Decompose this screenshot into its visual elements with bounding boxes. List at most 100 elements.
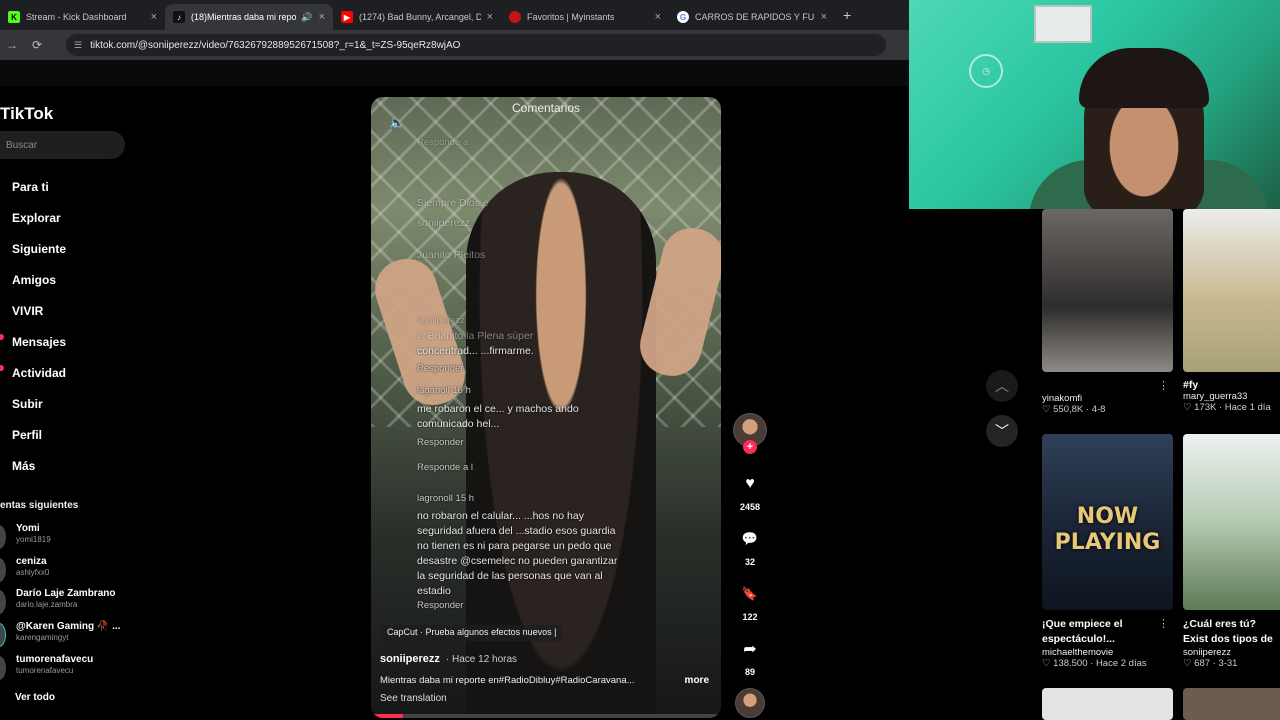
tiktok-logo[interactable]: TikTok xyxy=(0,104,53,124)
sidebar-item-siguiente[interactable]: Siguiente xyxy=(0,233,66,264)
share-button[interactable]: ➦ 89 xyxy=(731,633,769,677)
save-button[interactable]: 🔖 122 xyxy=(731,578,769,622)
search-input[interactable]: Buscar xyxy=(0,131,125,159)
comment-line: Responder xyxy=(417,600,464,611)
sidebar-item-label: Mensajes xyxy=(12,334,67,349)
sidebar-item-label: Siguiente xyxy=(12,241,67,256)
account-handle: karengamingyt xyxy=(16,633,69,642)
follow-plus-icon[interactable]: + xyxy=(743,440,757,454)
video-player[interactable]: Comentarios 🔈 Responde a Siempre Dios e so… xyxy=(371,97,721,718)
account-name: Yomi xyxy=(16,523,40,534)
sidebar-item-mensajes[interactable]: Mensajes xyxy=(0,326,66,357)
sidebar-item-amigos[interactable]: Amigos xyxy=(0,264,66,295)
comment-line: concentrad... ...firmarme. xyxy=(417,345,534,357)
sound-disc-icon xyxy=(735,688,765,718)
thumbnail-overlay-text: NOW PLAYING xyxy=(1054,504,1161,555)
sidebar-item-actividad[interactable]: Actividad xyxy=(0,357,66,388)
account-handle: yomi1819 xyxy=(16,535,51,544)
video-title: ¿Cuál eres tú? Exist dos tipos de person xyxy=(1183,618,1273,645)
speaker-icon[interactable]: 🔊 xyxy=(301,12,312,23)
browser-tab-active[interactable]: ♪ (18)Mientras daba mi repor 🔊 × xyxy=(165,4,333,30)
forward-icon[interactable]: → xyxy=(6,38,26,52)
comment-line: soniiperezz xyxy=(417,217,471,229)
browser-tab[interactable]: ▶ (1274) Bad Bunny, Arcangel, De × xyxy=(333,4,501,30)
browser-tab[interactable]: K Stream - Kick Dashboard × xyxy=(0,4,165,30)
chevron-up-icon: ︿ xyxy=(995,378,1009,394)
like-count: 2458 xyxy=(739,502,761,512)
sidebar-item-mas[interactable]: Más xyxy=(0,450,66,481)
wall-clock-icon: ◷ xyxy=(969,54,1003,88)
myinstants-icon xyxy=(509,11,521,23)
url-bar[interactable]: ☰ tiktok.com/@soniiperezz/video/76326792… xyxy=(66,34,886,56)
video-thumbnail xyxy=(1042,209,1173,372)
sidebar-item-explorar[interactable]: Explorar xyxy=(0,202,66,233)
bookmark-icon: 🔖 xyxy=(741,586,759,601)
sidebar-item-vivir[interactable]: VIVIR xyxy=(0,295,66,326)
account-handle: dario.laje.zambra xyxy=(16,600,78,609)
account-name: tumorenafavecu xyxy=(16,654,94,665)
volume-icon[interactable]: 🔈 xyxy=(389,115,405,131)
comment-line: Siempre Dios e xyxy=(417,197,489,209)
video-progress-bar[interactable] xyxy=(371,714,721,718)
notification-badge xyxy=(0,334,4,340)
close-tab-icon[interactable]: × xyxy=(151,11,157,23)
see-all-link[interactable]: Ver todo xyxy=(15,692,55,703)
sidebar-menu: Para ti Explorar Siguiente Amigos VIVIR … xyxy=(0,171,66,481)
close-tab-icon[interactable]: × xyxy=(821,11,827,23)
comment-button[interactable]: 💬 32 xyxy=(731,523,769,567)
comment-line: no robaron el calular... ...hos no hay xyxy=(417,510,584,522)
more-button[interactable]: more xyxy=(685,675,709,686)
video-thumbnail xyxy=(1183,209,1280,372)
new-tab-button[interactable]: + xyxy=(843,7,851,23)
comment-line: Juanito Pleitos xyxy=(417,249,486,261)
video-user: mary_guerra33 xyxy=(1183,391,1248,402)
sidebar-item-perfil[interactable]: Perfil xyxy=(0,419,66,450)
notification-badge xyxy=(0,365,4,371)
browser-tab[interactable]: G CARROS DE RAPIDOS Y FURIOS × xyxy=(669,4,835,30)
video-caption: Mientras daba mi reporte en#RadioDibluy#… xyxy=(380,675,635,686)
close-tab-icon[interactable]: × xyxy=(487,11,493,23)
comments-overlay-title: Comentarios xyxy=(511,101,581,115)
browser-tab[interactable]: Favoritos | Myinstants × xyxy=(501,4,669,30)
streamer-hair xyxy=(1079,48,1209,108)
video-thumbnail xyxy=(1183,688,1280,720)
google-icon: G xyxy=(677,11,689,23)
previous-video-button[interactable]: ︿ xyxy=(986,370,1018,402)
share-icon: ➦ xyxy=(743,641,757,658)
comment-icon: 💬 xyxy=(741,531,759,546)
more-options-icon[interactable]: ⋮ xyxy=(1158,617,1169,630)
video-card[interactable] xyxy=(1183,688,1280,720)
account-name: Darío Laje Zambrano xyxy=(16,588,116,599)
video-title: #fy xyxy=(1183,379,1199,391)
youtube-icon: ▶ xyxy=(341,11,353,23)
sound-disc-button[interactable] xyxy=(731,688,769,718)
next-video-button[interactable]: ﹀ xyxy=(986,415,1018,447)
account-handle: ashlyfxx0 xyxy=(16,568,50,577)
site-info-icon[interactable]: ☰ xyxy=(74,40,82,51)
sidebar-item-para-ti[interactable]: Para ti xyxy=(0,171,66,202)
sidebar-item-label: Amigos xyxy=(12,272,57,287)
video-card[interactable]: ¿Cuál eres tú? Exist dos tipos de person… xyxy=(1183,434,1280,674)
reload-icon[interactable]: ⟳ xyxy=(32,38,52,52)
close-tab-icon[interactable]: × xyxy=(319,11,325,23)
avatar xyxy=(0,623,6,647)
video-card[interactable] xyxy=(1042,688,1173,720)
video-author[interactable]: soniiperezz · Hace 12 horas xyxy=(380,653,517,665)
comment-line: me robaron el ce... y machos ando xyxy=(417,403,579,415)
comment-count: 32 xyxy=(744,557,755,567)
like-button[interactable]: ♥ 2458 xyxy=(731,468,769,512)
creator-avatar-button[interactable]: + xyxy=(731,413,769,454)
comment-line: @Brianito la Plena súper xyxy=(417,330,534,342)
tab-title: Stream - Kick Dashboard xyxy=(26,12,127,22)
more-options-icon[interactable]: ⋮ xyxy=(1158,379,1169,392)
close-tab-icon[interactable]: × xyxy=(655,11,661,23)
sidebar-item-label: Más xyxy=(12,458,36,473)
sidebar-item-label: Para ti xyxy=(12,179,49,194)
url-text: tiktok.com/@soniiperezz/video/7632679288… xyxy=(90,39,461,51)
avatar xyxy=(0,525,6,549)
sidebar-item-subir[interactable]: Subir xyxy=(0,388,66,419)
video-user: michaelthemovie xyxy=(1042,647,1114,658)
capcut-badge[interactable]: CapCut · Prueba algunos efectos nuevos | xyxy=(381,625,563,641)
see-translation-link[interactable]: See translation xyxy=(380,693,447,704)
comment-line: seguridad afuera del ...stadio esos guar… xyxy=(417,525,616,537)
